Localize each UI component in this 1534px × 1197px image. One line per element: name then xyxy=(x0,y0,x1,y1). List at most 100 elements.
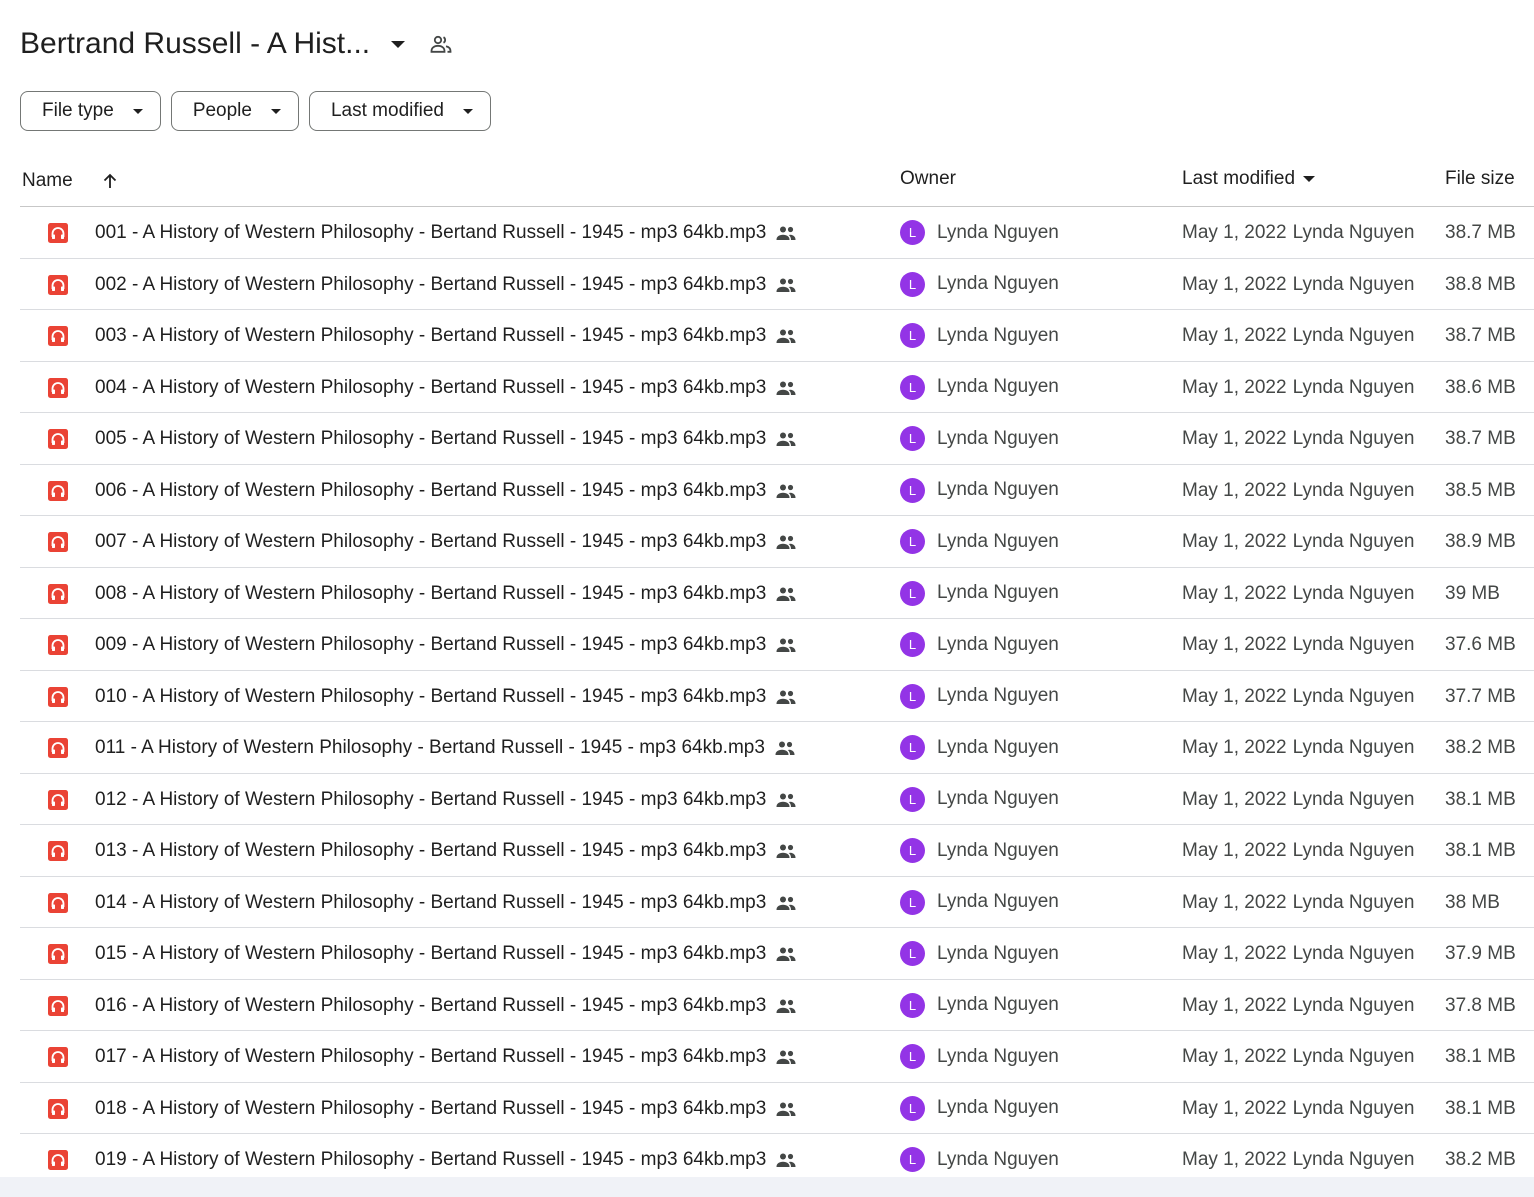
file-row[interactable]: 006 - A History of Western Philosophy - … xyxy=(20,465,1534,516)
file-row[interactable]: 009 - A History of Western Philosophy - … xyxy=(20,619,1534,671)
file-name: 013 - A History of Western Philosophy - … xyxy=(95,840,767,861)
file-name: 007 - A History of Western Philosophy - … xyxy=(95,531,767,552)
file-row[interactable]: 002 - A History of Western Philosophy - … xyxy=(20,259,1534,310)
arrow-up-icon[interactable] xyxy=(101,172,119,190)
file-name-cell[interactable]: 011 - A History of Western Philosophy - … xyxy=(95,737,796,759)
avatar: L xyxy=(900,323,925,348)
avatar: L xyxy=(900,941,925,966)
file-name-cell[interactable]: 007 - A History of Western Philosophy - … xyxy=(95,531,797,553)
owner-name: Lynda Nguyen xyxy=(937,839,1059,861)
modified-by: Lynda Nguyen xyxy=(1292,273,1415,295)
shared-people-icon[interactable] xyxy=(426,29,456,59)
last-modified-cell: May 1, 2022 Lynda Nguyen xyxy=(1182,1098,1414,1120)
file-name: 006 - A History of Western Philosophy - … xyxy=(95,479,767,501)
audio-file-icon xyxy=(47,1098,69,1120)
file-name: 011 - A History of Western Philosophy - … xyxy=(95,737,765,758)
file-type-filter[interactable]: File type xyxy=(20,91,161,131)
file-row[interactable]: 011 - A History of Western Philosophy - … xyxy=(20,722,1534,774)
last-modified-cell: May 1, 2022 Lynda Nguyen xyxy=(1182,480,1414,502)
audio-file-icon xyxy=(47,531,69,553)
owner-name: Lynda Nguyen xyxy=(937,530,1059,552)
avatar: L xyxy=(900,1095,925,1121)
file-name-cell[interactable]: 002 - A History of Western Philosophy - … xyxy=(95,274,797,296)
file-row[interactable]: 014 - A History of Western Philosophy - … xyxy=(20,877,1534,928)
file-name: 001 - A History of Western Philosophy - … xyxy=(95,222,767,243)
last-modified-filter[interactable]: Last modified xyxy=(308,91,491,131)
avatar: L xyxy=(900,786,925,812)
modified-by: Lynda Nguyen xyxy=(1292,1149,1415,1170)
owner-cell: L Lynda Nguyen xyxy=(900,426,1059,451)
shared-icon xyxy=(775,792,797,808)
file-row[interactable]: 007 - A History of Western Philosophy - … xyxy=(20,516,1534,568)
file-size-cell: 38.2 MB xyxy=(1445,737,1516,758)
file-name-cell[interactable]: 003 - A History of Western Philosophy - … xyxy=(95,325,797,347)
file-name-cell[interactable]: 005 - A History of Western Philosophy - … xyxy=(95,428,797,450)
file-list: 001 - A History of Western Philosophy - … xyxy=(20,207,1534,1186)
file-row[interactable]: 008 - A History of Western Philosophy - … xyxy=(20,568,1534,619)
avatar: L xyxy=(900,529,925,554)
file-name-cell[interactable]: 019 - A History of Western Philosophy - … xyxy=(95,1149,797,1171)
chevron-down-icon[interactable] xyxy=(386,32,410,56)
file-name-cell[interactable]: 018 - A History of Western Philosophy - … xyxy=(95,1098,797,1120)
file-size-cell: 38.7 MB xyxy=(1445,428,1516,449)
file-row[interactable]: 015 - A History of Western Philosophy - … xyxy=(20,928,1534,980)
folder-title[interactable]: Bertrand Russell - A Hist... xyxy=(20,27,370,61)
shared-icon xyxy=(775,534,797,550)
owner-name: Lynda Nguyen xyxy=(937,1097,1059,1118)
owner-name: Lynda Nguyen xyxy=(937,736,1059,758)
file-name-cell[interactable]: 008 - A History of Western Philosophy - … xyxy=(95,583,797,605)
modified-by: Lynda Nguyen xyxy=(1292,376,1415,398)
shared-icon xyxy=(775,1101,797,1117)
file-name-cell[interactable]: 013 - A History of Western Philosophy - … xyxy=(95,840,797,862)
owner-cell: L Lynda Nguyen xyxy=(900,735,1059,760)
file-row[interactable]: 012 - A History of Western Philosophy - … xyxy=(20,774,1534,825)
column-header-name[interactable]: Name xyxy=(22,170,119,192)
column-header-last-modified[interactable]: Last modified xyxy=(1182,168,1316,190)
file-size-cell: 38.7 MB xyxy=(1445,325,1516,346)
column-header-owner: Owner xyxy=(900,168,956,190)
audio-file-icon xyxy=(47,480,69,502)
file-row[interactable]: 004 - A History of Western Philosophy - … xyxy=(20,362,1534,413)
file-name: 005 - A History of Western Philosophy - … xyxy=(95,428,767,449)
modified-by: Lynda Nguyen xyxy=(1292,943,1415,964)
file-row[interactable]: 003 - A History of Western Philosophy - … xyxy=(20,310,1534,362)
file-name-cell[interactable]: 009 - A History of Western Philosophy - … xyxy=(95,634,797,656)
column-header-name-label: Name xyxy=(22,170,73,191)
file-name: 014 - A History of Western Philosophy - … xyxy=(95,891,767,913)
owner-cell: L Lynda Nguyen xyxy=(900,683,1059,709)
file-name-cell[interactable]: 012 - A History of Western Philosophy - … xyxy=(95,789,797,811)
owner-name: Lynda Nguyen xyxy=(937,427,1059,449)
people-filter[interactable]: People xyxy=(170,91,299,131)
file-name-cell[interactable]: 015 - A History of Western Philosophy - … xyxy=(95,943,797,965)
owner-name: Lynda Nguyen xyxy=(937,633,1059,655)
file-row[interactable]: 018 - A History of Western Philosophy - … xyxy=(20,1083,1534,1134)
file-name-cell[interactable]: 001 - A History of Western Philosophy - … xyxy=(95,222,797,244)
file-name: 008 - A History of Western Philosophy - … xyxy=(95,582,767,604)
audio-file-icon xyxy=(47,737,69,759)
file-row[interactable]: 010 - A History of Western Philosophy - … xyxy=(20,671,1534,722)
owner-name: Lynda Nguyen xyxy=(937,582,1059,603)
file-row[interactable]: 001 - A History of Western Philosophy - … xyxy=(20,207,1534,259)
file-name-cell[interactable]: 006 - A History of Western Philosophy - … xyxy=(95,480,797,502)
modified-by: Lynda Nguyen xyxy=(1292,325,1415,346)
modified-by: Lynda Nguyen xyxy=(1292,840,1415,861)
file-name-cell[interactable]: 014 - A History of Western Philosophy - … xyxy=(95,892,797,914)
audio-file-icon xyxy=(47,377,69,399)
shared-icon xyxy=(775,328,797,344)
file-row[interactable]: 016 - A History of Western Philosophy - … xyxy=(20,980,1534,1031)
file-name-cell[interactable]: 017 - A History of Western Philosophy - … xyxy=(95,1046,797,1068)
file-row[interactable]: 017 - A History of Western Philosophy - … xyxy=(20,1031,1534,1083)
last-modified-filter-label: Last modified xyxy=(330,100,444,121)
file-name-cell[interactable]: 016 - A History of Western Philosophy - … xyxy=(95,995,797,1017)
audio-file-icon xyxy=(47,892,69,914)
file-name: 010 - A History of Western Philosophy - … xyxy=(95,685,767,707)
file-row[interactable]: 005 - A History of Western Philosophy - … xyxy=(20,413,1534,465)
file-name: 004 - A History of Western Philosophy - … xyxy=(95,376,767,398)
file-row[interactable]: 013 - A History of Western Philosophy - … xyxy=(20,825,1534,877)
last-modified-cell: May 1, 2022 Lynda Nguyen xyxy=(1182,840,1414,862)
avatar: L xyxy=(900,271,925,297)
file-name-cell[interactable]: 010 - A History of Western Philosophy - … xyxy=(95,686,797,708)
file-name-cell[interactable]: 004 - A History of Western Philosophy - … xyxy=(95,377,797,399)
last-modified-cell: May 1, 2022 Lynda Nguyen xyxy=(1182,995,1414,1017)
owner-cell: L Lynda Nguyen xyxy=(900,323,1059,348)
